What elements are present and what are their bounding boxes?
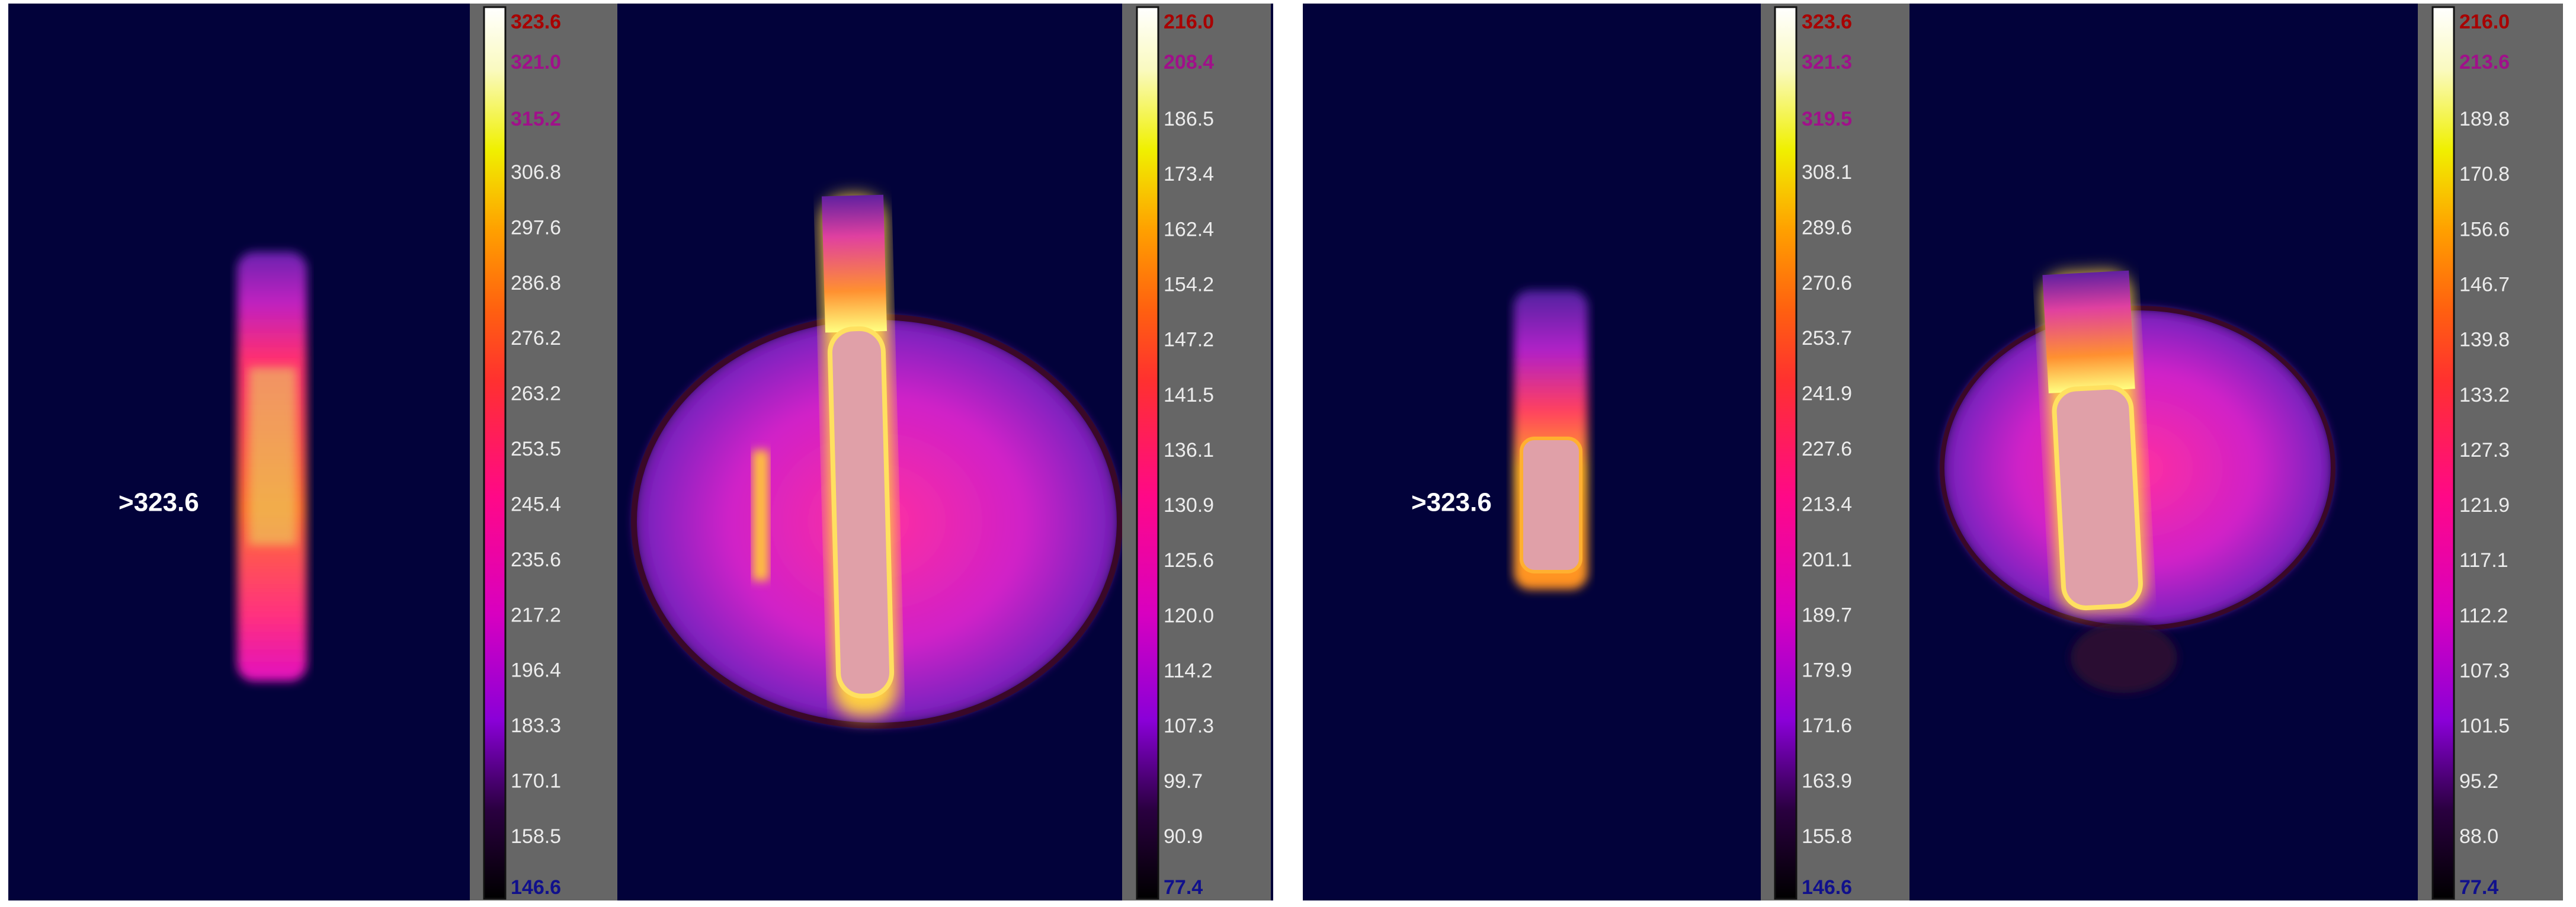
colorbar-tick-label: 201.1 bbox=[1802, 549, 1852, 571]
colorbar-tick-label: 189.8 bbox=[2459, 108, 2510, 130]
colorbar-tick-label: 208.4 bbox=[1164, 51, 1214, 73]
colorbar-4: 216.0 213.6 189.8 170.8 156.6 146.7 139.8 133.2… bbox=[2418, 4, 2563, 900]
colorbar-tick-label: 173.4 bbox=[1164, 163, 1214, 185]
colorbar-tick-label: 321.0 bbox=[511, 51, 561, 73]
colorbar-tick-label: 139.8 bbox=[2459, 329, 2510, 351]
colorbar-tick-label: 171.6 bbox=[1802, 714, 1852, 737]
colorbar-tick-label: 306.8 bbox=[511, 161, 561, 184]
colorbar-tick-label: 130.9 bbox=[1164, 494, 1214, 517]
colorbar-tick-label: 127.3 bbox=[2459, 439, 2510, 461]
colorbar-tick-label: 289.6 bbox=[1802, 216, 1852, 239]
colorbar-3: 323.6 321.3 319.5 308.1 289.6 270.6 253.7 241.9… bbox=[1761, 4, 1909, 900]
colorbar-tick-label: 297.6 bbox=[511, 216, 561, 239]
colorbar-min-label: 146.6 bbox=[1802, 876, 1852, 899]
colorbar-tick-label: 154.2 bbox=[1164, 273, 1214, 296]
colorbar-tick-label: 186.5 bbox=[1164, 108, 1214, 130]
colorbar-tick-label: 253.7 bbox=[1802, 327, 1852, 350]
colorbar-tick-label: 213.6 bbox=[2459, 51, 2510, 73]
colorbar-tick-label: 120.0 bbox=[1164, 604, 1214, 627]
colorbar-tick-label: 88.0 bbox=[2459, 825, 2498, 848]
colorbar-tick-label: 315.2 bbox=[511, 108, 561, 130]
colorbar-max-label: 216.0 bbox=[2459, 11, 2510, 33]
colorbar-tick-label: 170.8 bbox=[2459, 163, 2510, 185]
colorbar-tick-label: 136.1 bbox=[1164, 439, 1214, 461]
colorbar-min-label: 146.6 bbox=[511, 876, 561, 899]
colorbar-max-label: 216.0 bbox=[1164, 11, 1214, 33]
colorbar-tick-label: 270.6 bbox=[1802, 272, 1852, 294]
colorbar-tick-label: 90.9 bbox=[1164, 825, 1203, 848]
colorbar-tick-label: 276.2 bbox=[511, 327, 561, 350]
colorbar-tick-label: 117.1 bbox=[2459, 549, 2508, 572]
colorbar-tick-label: 141.5 bbox=[1164, 384, 1214, 406]
colorbar-tick-label: 112.2 bbox=[2459, 604, 2508, 627]
max-temperature-annotation: >323.6 bbox=[118, 488, 199, 517]
colorbar-tick-label: 183.3 bbox=[511, 714, 561, 737]
colorbar-tick-label: 162.4 bbox=[1164, 218, 1214, 241]
colorbar-tick-label: 133.2 bbox=[2459, 384, 2510, 406]
colorbar-tick-label: 253.5 bbox=[511, 438, 561, 460]
colorbar-tick-label: 308.1 bbox=[1802, 161, 1852, 184]
max-temperature-annotation: >323.6 bbox=[1411, 488, 1492, 517]
thermal-panel-1: >323.6 323.6 321.0 315.2 306.8 297.6 286.8 276… bbox=[8, 4, 1273, 900]
colorbar-tick-label: 189.7 bbox=[1802, 604, 1852, 626]
colorbar-tick-label: 245.4 bbox=[511, 493, 561, 515]
colorbar-max-label: 323.6 bbox=[1802, 11, 1852, 33]
colorbar-min-label: 77.4 bbox=[2459, 876, 2498, 899]
thermal-image-rod bbox=[1514, 290, 1588, 589]
colorbar-tick-label: 107.3 bbox=[1164, 715, 1214, 738]
colorbar-tick-label: 321.3 bbox=[1802, 51, 1852, 73]
colorbar-tick-label: 158.5 bbox=[511, 825, 561, 848]
colorbar-tick-label: 263.2 bbox=[511, 383, 561, 405]
colorbar-tick-label: 213.4 bbox=[1802, 493, 1852, 515]
colorbar-tick-label: 125.6 bbox=[1164, 549, 1214, 572]
colorbar-tick-label: 196.4 bbox=[511, 659, 561, 682]
colorbar-tick-label: 121.9 bbox=[2459, 494, 2510, 517]
colorbar-1: 323.6 321.0 315.2 306.8 297.6 286.8 276.2 263.2… bbox=[470, 4, 617, 900]
colorbar-tick-label: 170.1 bbox=[511, 770, 561, 793]
colorbar-tick-label: 217.2 bbox=[511, 604, 561, 626]
colorbar-tick-label: 319.5 bbox=[1802, 108, 1852, 130]
colorbar-2: 216.0 208.4 186.5 173.4 162.4 154.2 147.2 141.5… bbox=[1122, 4, 1271, 900]
colorbar-tick-label: 227.6 bbox=[1802, 438, 1852, 460]
colorbar-tick-label: 155.8 bbox=[1802, 825, 1852, 848]
colorbar-tick-label: 179.9 bbox=[1802, 659, 1852, 682]
colorbar-tick-label: 95.2 bbox=[2459, 770, 2498, 793]
colorbar-tick-label: 241.9 bbox=[1802, 383, 1852, 405]
colorbar-tick-label: 146.7 bbox=[2459, 273, 2510, 296]
colorbar-tick-label: 235.6 bbox=[511, 549, 561, 571]
colorbar-tick-label: 114.2 bbox=[1164, 660, 1213, 682]
colorbar-tick-label: 156.6 bbox=[2459, 218, 2510, 241]
thermal-image-rod bbox=[237, 252, 307, 681]
colorbar-tick-label: 163.9 bbox=[1802, 770, 1852, 793]
colorbar-tick-label: 99.7 bbox=[1164, 770, 1203, 793]
colorbar-tick-label: 286.8 bbox=[511, 272, 561, 294]
colorbar-tick-label: 107.3 bbox=[2459, 660, 2510, 682]
panel-background bbox=[1303, 4, 2563, 900]
colorbar-max-label: 323.6 bbox=[511, 11, 561, 33]
thermal-comparison-view: >323.6 323.6 321.0 315.2 306.8 297.6 286.8 276… bbox=[8, 4, 2563, 900]
thermal-panel-2: >323.6 323.6 321.3 319.5 308.1 289.6 270.6 253… bbox=[1303, 4, 2563, 900]
colorbar-tick-label: 147.2 bbox=[1164, 329, 1214, 351]
colorbar-min-label: 77.4 bbox=[1164, 876, 1203, 899]
colorbar-tick-label: 101.5 bbox=[2459, 715, 2510, 738]
